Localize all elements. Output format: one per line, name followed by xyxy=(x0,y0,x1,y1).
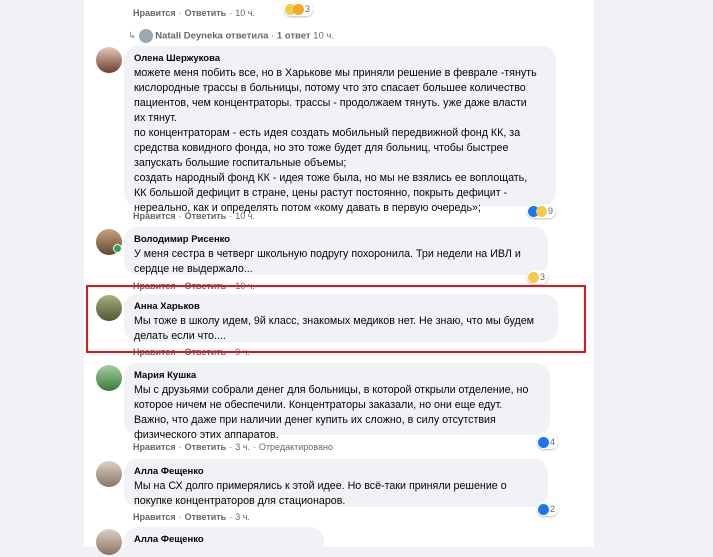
comment-text: Мы с друзьями собрали денег для больницы… xyxy=(134,384,529,441)
reaction-count: 9 xyxy=(548,206,554,216)
separator: · xyxy=(229,8,233,18)
comment-time[interactable]: 10 ч. xyxy=(235,8,255,18)
comment-time[interactable]: 3 ч. xyxy=(235,442,250,452)
comment-author[interactable]: Володимир Рисенко xyxy=(134,234,538,246)
comment-actions: Нравится · Ответить · 10 ч. xyxy=(133,8,255,19)
care-reaction-icon xyxy=(293,3,304,15)
comment-author[interactable]: Мария Кушка xyxy=(134,370,540,382)
like-link[interactable]: Нравится xyxy=(133,8,176,18)
separator: · xyxy=(229,211,233,221)
reaction-count: 4 xyxy=(550,437,556,447)
highlight-box xyxy=(86,285,586,353)
reply-link[interactable]: Ответить xyxy=(185,442,227,452)
reply-link[interactable]: Ответить xyxy=(185,8,227,18)
reaction-count: 3 xyxy=(540,272,546,282)
avatar[interactable] xyxy=(96,461,122,487)
avatar xyxy=(138,29,153,43)
sad-reaction-icon xyxy=(528,271,539,283)
comment-bubble: Володимир Рисенко У меня сестра в четвер… xyxy=(124,227,548,275)
reaction-badge[interactable]: 2 xyxy=(537,502,559,516)
reaction-count: 3 xyxy=(305,4,311,14)
reply-author: Natali Deyneka ответила xyxy=(155,30,269,42)
avatar[interactable] xyxy=(96,529,122,555)
comment-bubble: Алла Фещенко xyxy=(124,527,324,557)
reaction-count: 2 xyxy=(550,504,556,514)
sad-reaction-icon xyxy=(536,205,547,217)
like-reaction-icon xyxy=(538,503,549,515)
separator: · xyxy=(229,442,233,452)
comment-bubble: Олена Шержукова можете меня побить все, … xyxy=(124,46,556,214)
comment-time[interactable]: 10 ч. xyxy=(235,211,255,221)
reaction-badge[interactable]: 3 xyxy=(527,270,549,284)
reply-link[interactable]: Ответить xyxy=(185,211,227,221)
comment-author[interactable]: Алла Фещенко xyxy=(134,534,314,546)
separator: · xyxy=(178,8,182,18)
reply-count: 1 ответ xyxy=(276,30,311,42)
comment-bubble: Алла Фещенко Мы на СХ долго примерялись … xyxy=(124,459,548,507)
comment-actions: Нравится · Ответить · 10 ч. xyxy=(133,211,255,222)
comment-text: Мы на СХ долго примерялись к этой идее. … xyxy=(134,480,507,507)
edited-label[interactable]: Отредактировано xyxy=(259,442,333,452)
comment-text: можете меня побить все, но в Харькове мы… xyxy=(134,67,537,214)
like-reaction-icon xyxy=(538,436,549,448)
reaction-badge[interactable]: 9 xyxy=(527,204,557,218)
reply-link[interactable]: Ответить xyxy=(185,512,227,522)
replies-toggle[interactable]: ↳ Natali Deyneka ответила · 1 ответ 10 ч… xyxy=(128,29,334,43)
reply-time: 10 ч. xyxy=(313,30,334,42)
like-link[interactable]: Нравится xyxy=(133,512,176,522)
separator: · xyxy=(178,442,182,452)
like-link[interactable]: Нравится xyxy=(133,211,176,221)
separator: · xyxy=(252,442,256,452)
separator: · xyxy=(178,211,182,221)
separator: · xyxy=(271,30,275,42)
comment-actions: Нравится · Ответить · 3 ч. · Отредактировано xyxy=(133,442,333,453)
comment-time[interactable]: 3 ч. xyxy=(235,512,250,522)
reaction-badge[interactable]: 3 xyxy=(284,2,314,16)
reaction-badge[interactable]: 4 xyxy=(537,435,559,449)
like-link[interactable]: Нравится xyxy=(133,442,176,452)
separator: · xyxy=(229,512,233,522)
comment-text: У меня сестра в четверг школьную подругу… xyxy=(134,248,521,275)
avatar[interactable] xyxy=(96,47,122,73)
separator: · xyxy=(178,512,182,522)
comment-author[interactable]: Алла Фещенко xyxy=(134,466,538,478)
comment-actions: Нравится · Ответить · 3 ч. xyxy=(133,512,250,523)
comment-author[interactable]: Олена Шержукова xyxy=(134,53,546,65)
reply-arrow-icon: ↳ xyxy=(128,30,136,42)
avatar[interactable] xyxy=(96,365,122,391)
comment-bubble: Мария Кушка Мы с друзьями собрали денег … xyxy=(124,363,550,441)
online-status-icon xyxy=(113,244,122,253)
